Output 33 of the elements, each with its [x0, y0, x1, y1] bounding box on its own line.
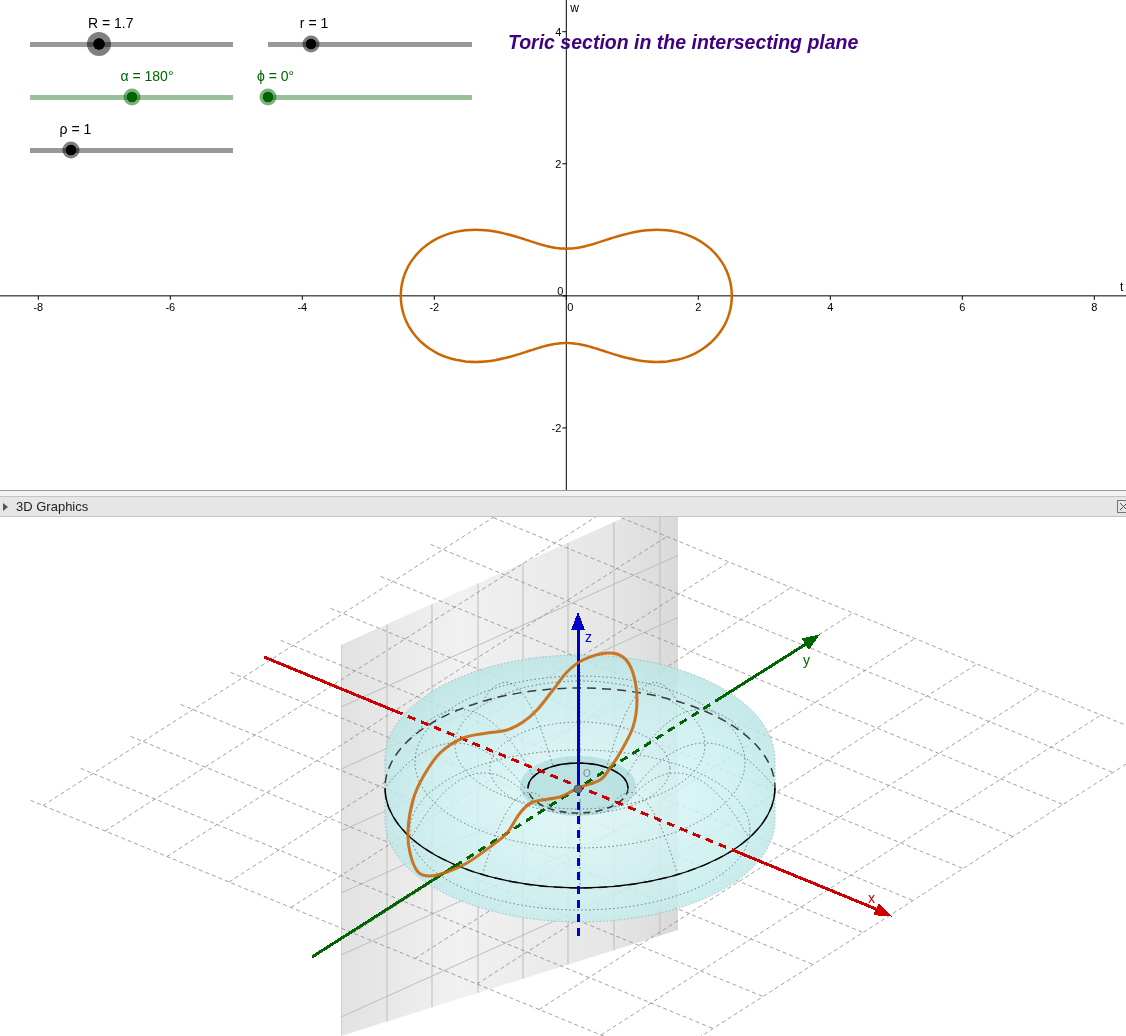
- axis-label: x: [868, 890, 875, 906]
- point-label: O: [583, 768, 591, 779]
- tick-label: -4: [297, 300, 308, 313]
- slider-label: ρ = 1: [59, 120, 92, 138]
- tick-label: 0: [557, 284, 564, 297]
- origin-point: [573, 784, 583, 794]
- caret-icon[interactable]: [3, 502, 8, 511]
- tick-label: 6: [959, 300, 966, 313]
- slider-label: α = 180°: [120, 67, 174, 85]
- axis-label: t: [1120, 279, 1124, 294]
- tick-label: -6: [165, 300, 176, 313]
- tick-label: 8: [1091, 300, 1098, 313]
- tick-label: 4: [555, 25, 562, 38]
- axis-label: w: [570, 1, 579, 15]
- tick-label: 2: [695, 300, 702, 313]
- tick-label: -8: [33, 300, 44, 313]
- slider-label: ϕ = 0°: [257, 67, 295, 85]
- slider-thumb[interactable]: [123, 88, 140, 106]
- tick-label: -2: [429, 300, 440, 313]
- axis-label: y: [803, 652, 810, 668]
- tick-label: 2: [555, 157, 562, 170]
- tick-label: 0: [567, 300, 574, 313]
- slider-label: R = 1.7: [88, 14, 134, 32]
- tick-label: 4: [827, 300, 834, 313]
- slider-thumb[interactable]: [302, 35, 320, 53]
- slider-thumb[interactable]: [259, 88, 277, 106]
- close-icon[interactable]: [1117, 500, 1126, 513]
- axis-label: z: [585, 629, 592, 645]
- tick-label: -2: [551, 421, 562, 434]
- slider-label: r = 1: [299, 14, 329, 32]
- view-title: 3D Graphics: [16, 498, 89, 515]
- slider-thumb[interactable]: [62, 141, 80, 159]
- slider-thumb[interactable]: [87, 32, 111, 56]
